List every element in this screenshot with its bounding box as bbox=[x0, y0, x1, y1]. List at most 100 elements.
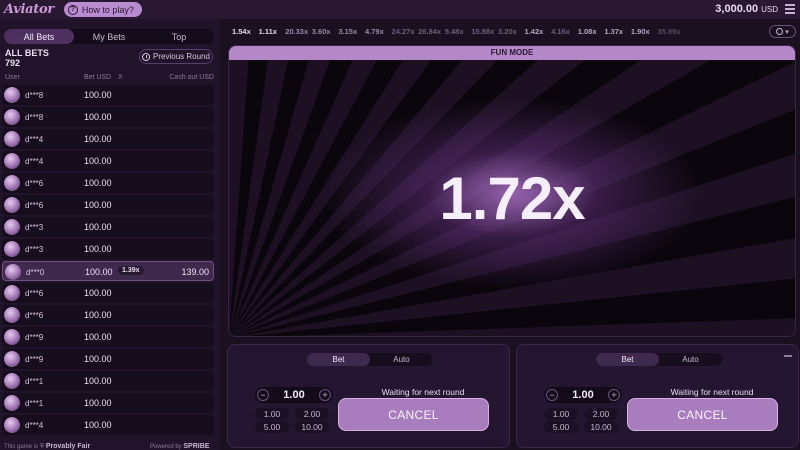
bet-username: d***1 bbox=[25, 399, 44, 408]
bet-row: d***4 100.00 bbox=[2, 129, 214, 149]
remove-panel-icon[interactable] bbox=[784, 355, 792, 357]
avatar bbox=[4, 219, 20, 235]
history-multiplier[interactable]: 1.42x bbox=[525, 27, 552, 39]
bet-amount: 100.00 bbox=[84, 420, 112, 430]
cashout-multiplier: 1.39x bbox=[118, 266, 144, 275]
quick-amount-1[interactable]: 1.00 bbox=[544, 408, 578, 420]
waiting-status: Waiting for next round bbox=[381, 387, 465, 397]
how-to-play-button[interactable]: ? How to play? bbox=[63, 2, 142, 17]
history-toggle-button[interactable]: ▾ bbox=[769, 25, 796, 38]
history-multiplier[interactable]: 1.08x bbox=[578, 27, 605, 39]
bet-row: d***9 100.00 bbox=[2, 349, 214, 369]
history-icon bbox=[776, 28, 784, 35]
all-bets-label: ALL BETS bbox=[5, 48, 49, 58]
tab-auto[interactable]: Auto bbox=[370, 353, 433, 366]
bet-username: d***9 bbox=[25, 355, 44, 364]
bet-row: d***4 100.00 bbox=[2, 415, 214, 435]
tab-bet[interactable]: Bet bbox=[596, 353, 659, 366]
bet-amount: 100.00 bbox=[84, 134, 112, 144]
provably-fair-footer[interactable]: This game is ⛨ Provably Fair bbox=[4, 443, 90, 450]
bet-panel-2: Bet Auto − 1.00 + 1.00 2.00 5.00 10.00 W… bbox=[516, 344, 799, 448]
bet-amount: 100.00 bbox=[84, 376, 112, 386]
increase-bet-button[interactable]: + bbox=[319, 389, 331, 401]
avatar bbox=[5, 264, 21, 280]
bet-amount: 100.00 bbox=[84, 90, 112, 100]
bet-amount: 100.00 bbox=[84, 178, 112, 188]
history-multiplier[interactable]: 1.54x bbox=[232, 27, 259, 39]
bet-row: d***6 100.00 bbox=[2, 283, 214, 303]
bet-username: d***4 bbox=[25, 421, 44, 430]
provably-fair-brand: Provably Fair bbox=[45, 443, 91, 450]
bet-row: d***0 100.00 1.39x 139.00 bbox=[2, 261, 214, 281]
bet-amount: 100.00 bbox=[84, 112, 112, 122]
tab-all-bets[interactable]: All Bets bbox=[4, 29, 74, 44]
quick-amount-2[interactable]: 2.00 bbox=[584, 408, 618, 420]
history-multiplier[interactable]: 35.89x bbox=[658, 27, 685, 39]
history-multiplier[interactable]: 3.60x bbox=[312, 27, 339, 39]
previous-round-button[interactable]: Previous Round bbox=[139, 49, 213, 64]
history-multiplier[interactable]: 1.37x bbox=[604, 27, 631, 39]
avatar bbox=[4, 109, 20, 125]
bet-username: d***6 bbox=[25, 311, 44, 320]
bet-amount: 100.00 bbox=[84, 288, 112, 298]
tab-auto[interactable]: Auto bbox=[659, 353, 722, 366]
quick-amount-10[interactable]: 10.00 bbox=[295, 421, 329, 433]
how-to-play-label: How to play? bbox=[81, 4, 134, 15]
quick-amount-2[interactable]: 2.00 bbox=[295, 408, 329, 420]
cancel-bet-button[interactable]: CANCEL bbox=[338, 398, 489, 431]
bet-username: d***9 bbox=[25, 333, 44, 342]
bets-tabs: All Bets My Bets Top bbox=[4, 29, 214, 44]
tab-bet[interactable]: Bet bbox=[307, 353, 370, 366]
history-multiplier[interactable]: 15.88x bbox=[471, 27, 498, 39]
bet-row: d***3 100.00 bbox=[2, 239, 214, 259]
bet-amount: 100.00 bbox=[85, 267, 113, 277]
bet-amount: 100.00 bbox=[84, 332, 112, 342]
avatar bbox=[4, 395, 20, 411]
history-multiplier[interactable]: 24.27x bbox=[392, 27, 419, 39]
multiplier-history: 1.54x 1.11x 20.33x 3.60x 3.15x 4.79x 24.27x 26.… bbox=[232, 27, 684, 39]
bet-amount: 100.00 bbox=[84, 398, 112, 408]
history-multiplier[interactable]: 20.33x bbox=[285, 27, 312, 39]
bet-panel-2-tabs: Bet Auto bbox=[596, 353, 722, 366]
increase-bet-button[interactable]: + bbox=[608, 389, 620, 401]
tab-my-bets[interactable]: My Bets bbox=[74, 29, 144, 44]
bet-row: d***8 100.00 bbox=[2, 85, 214, 105]
powered-by-footer: Powered by SPRIBE bbox=[150, 443, 209, 450]
game-area: FUN MODE 1.72x bbox=[228, 45, 796, 337]
history-multiplier[interactable]: 5.48x bbox=[445, 27, 472, 39]
cancel-bet-button[interactable]: CANCEL bbox=[627, 398, 778, 431]
quick-amount-10[interactable]: 10.00 bbox=[584, 421, 618, 433]
bet-username: d***8 bbox=[25, 113, 44, 122]
aviator-logo: Aviator bbox=[4, 2, 54, 17]
avatar bbox=[4, 241, 20, 257]
bet-amount: 100.00 bbox=[84, 244, 112, 254]
bet-row: d***6 100.00 bbox=[2, 305, 214, 325]
spribe-brand: SPRIBE bbox=[183, 443, 210, 450]
quick-amount-5[interactable]: 5.00 bbox=[544, 421, 578, 433]
quick-amount-5[interactable]: 5.00 bbox=[255, 421, 289, 433]
bet-row: d***9 100.00 bbox=[2, 327, 214, 347]
bet-username: d***0 bbox=[26, 268, 45, 277]
history-multiplier[interactable]: 1.11x bbox=[259, 27, 286, 39]
cashout-amount: 139.00 bbox=[181, 267, 209, 277]
avatar bbox=[4, 417, 20, 433]
history-multiplier[interactable]: 1.90x bbox=[631, 27, 658, 39]
hamburger-menu-icon[interactable] bbox=[785, 4, 795, 14]
avatar bbox=[4, 197, 20, 213]
history-multiplier[interactable]: 4.79x bbox=[365, 27, 392, 39]
quick-amount-1[interactable]: 1.00 bbox=[255, 408, 289, 420]
bet-username: d***1 bbox=[25, 377, 44, 386]
bet-username: d***4 bbox=[25, 157, 44, 166]
bet-amount: 100.00 bbox=[84, 222, 112, 232]
tab-top[interactable]: Top bbox=[144, 29, 214, 44]
column-multiplier: X bbox=[118, 74, 123, 81]
bet-panel-1-tabs: Bet Auto bbox=[307, 353, 433, 366]
bet-username: d***6 bbox=[25, 289, 44, 298]
history-multiplier[interactable]: 3.20x bbox=[498, 27, 525, 39]
history-multiplier[interactable]: 4.16x bbox=[551, 27, 578, 39]
history-multiplier[interactable]: 3.15x bbox=[338, 27, 365, 39]
avatar bbox=[4, 285, 20, 301]
history-multiplier[interactable]: 26.84x bbox=[418, 27, 445, 39]
history-clock-icon bbox=[142, 52, 151, 61]
bet-username: d***3 bbox=[25, 223, 44, 232]
